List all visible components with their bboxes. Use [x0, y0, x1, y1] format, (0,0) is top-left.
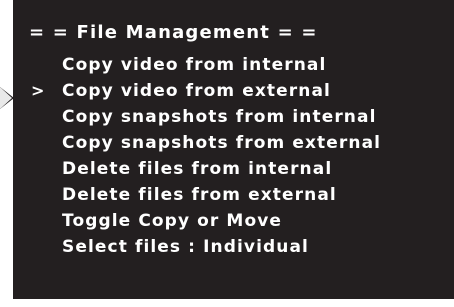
menu-item-label: Copy video from internal — [62, 55, 327, 75]
menu-item-label: Copy snapshots from external — [62, 133, 382, 153]
file-management-menu: Copy video from internal > Copy video fr… — [0, 52, 454, 260]
menu-item-toggle-copy-move[interactable]: Toggle Copy or Move — [0, 208, 454, 234]
selection-cursor-icon: > — [31, 81, 45, 100]
menu-item-delete-files-internal[interactable]: Delete files from internal — [0, 156, 454, 182]
menu-item-copy-video-external[interactable]: > Copy video from external — [0, 78, 454, 104]
menu-item-delete-files-external[interactable]: Delete files from external — [0, 182, 454, 208]
menu-item-label: Delete files from external — [62, 185, 337, 205]
menu-item-label: Copy snapshots from internal — [62, 107, 377, 127]
menu-item-label: Delete files from internal — [62, 159, 333, 179]
menu-item-copy-snapshots-internal[interactable]: Copy snapshots from internal — [0, 104, 454, 130]
menu-item-label: Toggle Copy or Move — [62, 211, 283, 231]
menu-item-select-files[interactable]: Select files : Individual — [0, 234, 454, 260]
menu-title: = = File Management = = — [29, 22, 318, 43]
menu-item-copy-snapshots-external[interactable]: Copy snapshots from external — [0, 130, 454, 156]
menu-item-copy-video-internal[interactable]: Copy video from internal — [0, 52, 454, 78]
menu-item-label: Select files : Individual — [62, 237, 309, 257]
menu-item-label: Copy video from external — [62, 81, 331, 101]
